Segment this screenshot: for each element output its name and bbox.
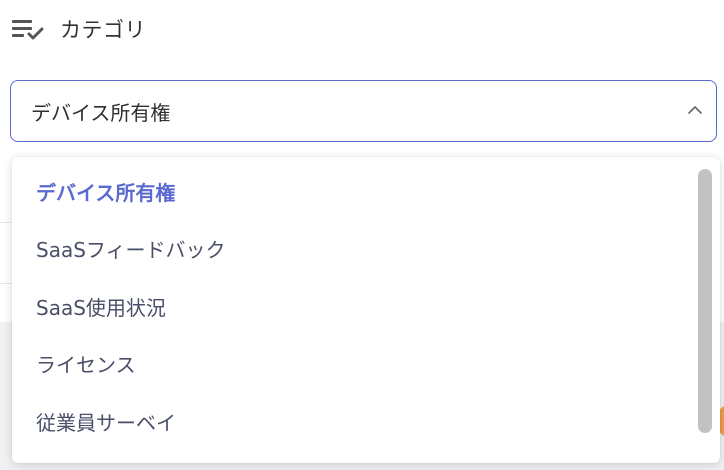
field-label-text: カテゴリ: [60, 18, 146, 42]
category-select[interactable]: デバイス所有権: [10, 80, 717, 142]
select-value: デバイス所有権: [31, 100, 171, 125]
dropdown-scrollbar[interactable]: [698, 169, 712, 433]
option-saas-usage[interactable]: SaaS使用状況: [36, 293, 166, 323]
dropdown-menu: デバイス所有権 SaaSフィードバック SaaS使用状況 ライセンス 従業員サー…: [12, 157, 720, 463]
option-employee-survey[interactable]: 従業員サーベイ: [36, 408, 176, 438]
field-label: カテゴリ: [12, 14, 146, 44]
option-saas-feedback[interactable]: SaaSフィードバック: [36, 235, 226, 265]
list-check-icon: [12, 20, 44, 40]
option-license[interactable]: ライセンス: [36, 350, 136, 380]
chevron-up-icon[interactable]: [686, 103, 704, 117]
category-select-screen: カテゴリ デバイス所有権 デバイス所有権 SaaSフィードバック SaaS使用状…: [0, 0, 724, 470]
option-device-ownership[interactable]: デバイス所有権: [36, 178, 175, 208]
